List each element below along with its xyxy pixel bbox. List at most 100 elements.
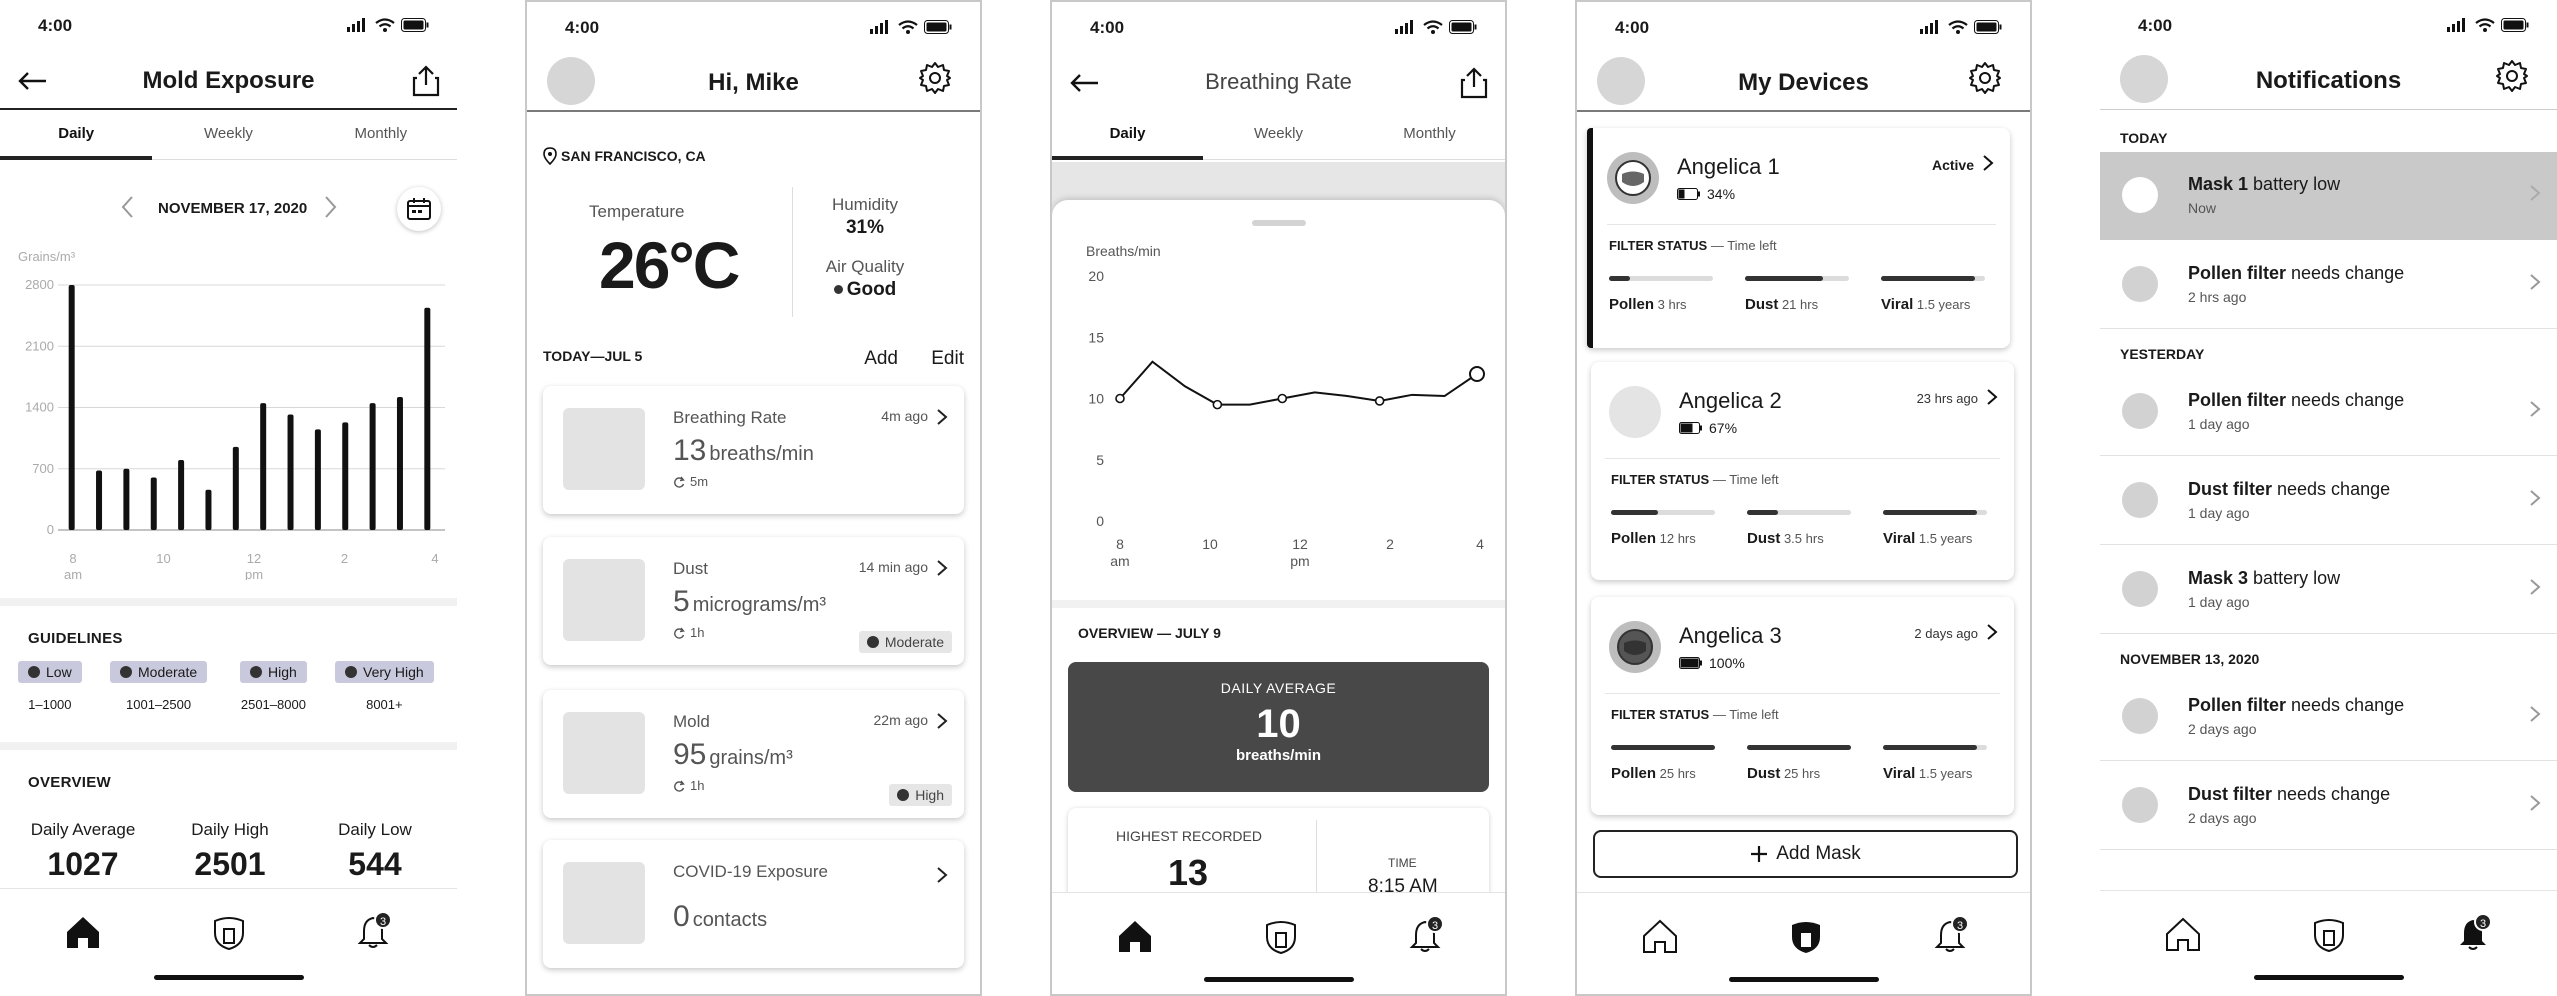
chevron-right-icon <box>2529 578 2541 601</box>
y-axis-unit: Breaths/min <box>1086 243 1161 259</box>
notification-item[interactable]: Dust filter needs change 1 day ago <box>2100 457 2557 545</box>
highest-value: 13 <box>1168 852 1209 893</box>
tab-daily[interactable]: Daily <box>1052 112 1203 160</box>
battery-percent: 67% <box>1709 420 1738 436</box>
filter-name: Dust <box>1747 530 1781 547</box>
nav-home[interactable] <box>2158 909 2208 959</box>
notification-badge: 3 <box>1426 915 1444 933</box>
add-button[interactable]: Add <box>864 348 898 370</box>
y-tick-label: 5 <box>1096 452 1104 468</box>
nav-devices[interactable] <box>1781 911 1831 961</box>
device-status[interactable]: Active <box>1932 154 1994 175</box>
notification-subject: Pollen filter <box>2188 695 2287 715</box>
tab-monthly[interactable]: Monthly <box>305 112 457 159</box>
nav-notifications[interactable]: 3 <box>1400 911 1450 961</box>
device-card[interactable]: Angelica 3 100% 2 days ago FILTER STATUS — … <box>1591 597 2014 815</box>
next-date-button[interactable] <box>320 194 340 225</box>
x-tick-label: 4 <box>1476 536 1484 552</box>
signal-icon <box>2447 18 2465 32</box>
battery-icon <box>924 20 952 34</box>
nav-home[interactable] <box>1110 911 1160 961</box>
nav-home[interactable] <box>58 907 108 957</box>
chevron-right-icon <box>2529 489 2541 512</box>
battery-icon <box>1449 20 1477 34</box>
tab-daily[interactable]: Daily <box>0 112 153 160</box>
settings-button[interactable] <box>2495 59 2529 98</box>
device-card[interactable]: Angelica 2 67% 23 hrs ago FILTER STATUS — T… <box>1591 362 2014 580</box>
bar <box>68 285 75 530</box>
notification-item[interactable]: Dust filter needs change 2 days ago <box>2100 762 2557 850</box>
chevron-right-icon <box>937 409 948 425</box>
prev-date-button[interactable] <box>118 194 138 225</box>
notification-item[interactable]: Pollen filter needs change 2 days ago <box>2100 673 2557 761</box>
phone-my-devices: 4:00 My Devices Angelica 1 34% Active FILTE… <box>1575 0 2032 996</box>
filter-label: Dust 25 hrs <box>1747 765 1820 782</box>
status-icons <box>1920 20 2002 34</box>
tab-weekly[interactable]: Weekly <box>152 112 304 159</box>
open-detail-button[interactable] <box>936 408 948 431</box>
notification-time: 2 hrs ago <box>2188 289 2247 305</box>
header: Mold Exposure <box>0 55 457 110</box>
chevron-right-icon <box>2529 705 2541 728</box>
plus-icon <box>1751 846 1768 862</box>
notification-item[interactable]: Pollen filter needs change 1 day ago <box>2100 368 2557 456</box>
signal-icon <box>347 18 365 32</box>
nav-home[interactable] <box>1635 911 1685 961</box>
settings-button[interactable] <box>1968 61 2002 100</box>
greeting: Hi, Mike <box>708 69 799 96</box>
nav-devices[interactable] <box>1256 911 1306 961</box>
calendar-button[interactable] <box>397 187 441 231</box>
open-detail-button[interactable] <box>936 559 948 582</box>
status-time: 4:00 <box>565 18 600 37</box>
notification-item[interactable]: Mask 1 battery low Now <box>2100 152 2557 240</box>
device-avatar <box>1607 152 1659 204</box>
chevron-right-icon <box>1982 154 1994 175</box>
guideline-item: Low 1–1000 <box>18 661 82 712</box>
guideline-range: 1001–2500 <box>126 697 192 712</box>
tab-weekly[interactable]: Weekly <box>1203 112 1354 159</box>
filter-label: Viral 1.5 years <box>1883 530 1972 547</box>
metric-card[interactable]: Dust 14 min ago 5 micrograms/m³ 1h Moderate <box>543 537 964 665</box>
add-mask-label: Add Mask <box>1776 843 1861 864</box>
open-detail-button[interactable] <box>936 712 948 735</box>
notification-subject: Pollen filter <box>2188 390 2287 410</box>
filter-bar-fill <box>1611 510 1658 515</box>
sheet-handle[interactable] <box>1251 220 1306 226</box>
nav-devices[interactable] <box>204 907 254 957</box>
notification-item[interactable]: Mask 3 battery low 1 day ago <box>2100 546 2557 634</box>
nav-devices[interactable] <box>2304 909 2354 959</box>
nav-notifications[interactable]: 3 <box>1925 911 1975 961</box>
chevron-right-icon <box>937 867 948 883</box>
device-avatar <box>1609 386 1661 438</box>
section-divider <box>0 742 457 750</box>
add-mask-button[interactable]: Add Mask <box>1593 830 2018 878</box>
settings-button[interactable] <box>918 61 952 100</box>
notification-item[interactable]: Pollen filter needs change 2 hrs ago <box>2100 241 2557 329</box>
device-status[interactable]: 2 days ago <box>1914 623 1998 644</box>
open-detail-button[interactable] <box>936 866 948 889</box>
notification-title: Pollen filter needs change <box>2188 695 2404 716</box>
notification-message: needs change <box>2286 263 2405 283</box>
device-status[interactable]: 23 hrs ago <box>1917 388 1998 409</box>
guideline-item: Very High 8001+ <box>335 661 434 712</box>
metric-card[interactable]: COVID-19 Exposure 0 contacts <box>543 840 964 968</box>
share-button[interactable] <box>409 63 443 104</box>
share-button[interactable] <box>1457 65 1491 106</box>
temperature-label: Temperature <box>589 202 685 221</box>
edit-button[interactable]: Edit <box>931 348 964 370</box>
notification-subject: Mask 1 <box>2188 174 2249 194</box>
tab-monthly[interactable]: Monthly <box>1354 112 1505 159</box>
filter-bar-fill <box>1747 510 1779 515</box>
guideline-range: 1–1000 <box>28 697 72 712</box>
metric-timestamp: 4m ago <box>881 408 928 424</box>
device-card[interactable]: Angelica 1 34% Active FILTER STATUS — Time … <box>1587 128 2010 348</box>
header: My Devices <box>1577 57 2030 112</box>
metric-card[interactable]: Breathing Rate 4m ago 13 breaths/min 5m <box>543 386 964 514</box>
nav-notifications[interactable]: 3 <box>2448 909 2498 959</box>
filter-time: 1.5 years <box>1915 531 1973 546</box>
bar <box>342 422 349 530</box>
nav-notifications[interactable]: 3 <box>348 907 398 957</box>
data-point <box>1277 393 1288 404</box>
metric-card[interactable]: Mold 22m ago 95 grains/m³ 1h High <box>543 690 964 818</box>
guideline-pill: Low <box>18 661 82 683</box>
